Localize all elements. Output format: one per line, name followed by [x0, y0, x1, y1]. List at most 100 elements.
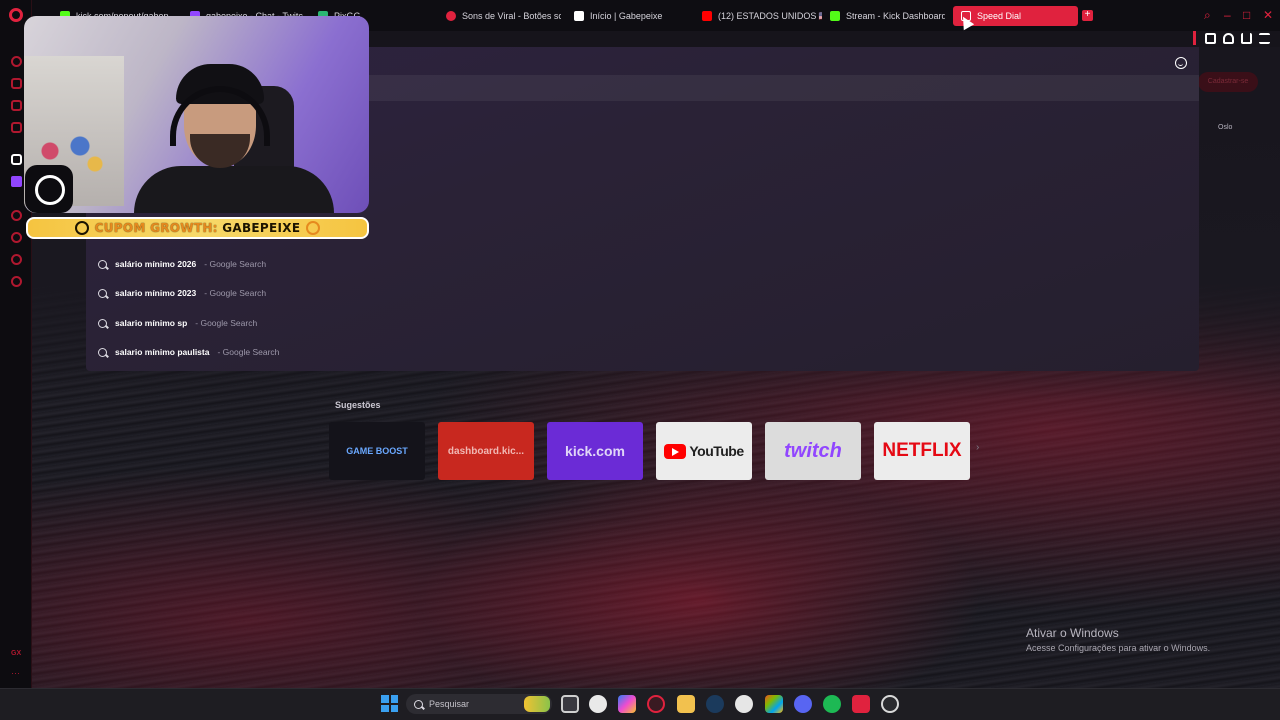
coupon-prefix: CUPOM GROWTH:: [94, 221, 218, 235]
more-icon[interactable]: ···: [11, 668, 20, 678]
tab-label: Speed Dial: [977, 11, 1022, 21]
tab-kick-dashboard[interactable]: Stream - Kick Dashboard: [830, 6, 945, 26]
minimize-icon[interactable]: –: [1224, 8, 1231, 22]
vpn-icon[interactable]: [1223, 33, 1234, 44]
coupon-text: CUPOM GROWTH: GABEPEIXE: [95, 221, 301, 235]
suggestion-source: - Google Search: [195, 318, 258, 328]
emoji-icon[interactable]: [1175, 57, 1187, 69]
suggestion-source: - Google Search: [204, 288, 267, 298]
speed-dial-netflix[interactable]: NETFLIX: [874, 422, 970, 480]
dial-label: YouTube: [689, 443, 744, 459]
dial-label: GAME BOOST: [346, 446, 408, 456]
rocket-icon: [74, 221, 89, 235]
twitch-icon[interactable]: [11, 176, 22, 187]
search-tabs-icon[interactable]: ⌕: [1204, 8, 1211, 23]
search-icon: [98, 318, 107, 328]
news-icon[interactable]: [11, 122, 22, 133]
obs-icon[interactable]: [881, 695, 899, 713]
player-icon[interactable]: [11, 210, 22, 221]
suggestion-item[interactable]: salario mínimo paulista - Google Search: [98, 344, 279, 360]
task-view-icon[interactable]: [561, 695, 579, 713]
search-highlight-icon: [524, 696, 550, 712]
tab-label: Stream - Kick Dashboard: [846, 11, 945, 21]
copilot-icon[interactable]: [618, 695, 636, 713]
speed-dial-kick-dashboard[interactable]: dashboard.kic...: [438, 422, 534, 480]
streamer-logo-icon: [25, 165, 73, 213]
suggestion-query: salario mínimo 2023: [115, 288, 197, 298]
kick-icon: [830, 11, 840, 21]
search-icon: [98, 259, 107, 269]
taskbar-search-placeholder: Pesquisar: [429, 699, 470, 709]
youtube-icon: [702, 11, 712, 21]
extensions-icon[interactable]: [1205, 33, 1216, 44]
next-suggestions-button[interactable]: ›: [976, 442, 979, 453]
activate-windows-subtitle: Acesse Configurações para ativar o Windo…: [1026, 643, 1211, 653]
signup-button[interactable]: Cadastrar-se: [1198, 72, 1258, 92]
taskbar: [0, 688, 1280, 720]
weather-city: Oslo: [1218, 124, 1233, 131]
suggestion-source: - Google Search: [204, 259, 267, 269]
search-icon: [98, 347, 107, 357]
suggestion-query: salario mínimo paulista: [115, 347, 210, 357]
suggestion-item[interactable]: salário mínimo 2026 - Google Search: [98, 256, 266, 272]
app-icon[interactable]: [589, 695, 607, 713]
suggestion-item[interactable]: salario mínimo 2023 - Google Search: [98, 285, 266, 301]
suggestion-source: - Google Search: [217, 347, 280, 357]
speed-dial-twitch[interactable]: twitch: [765, 422, 861, 480]
dial-label: twitch: [784, 439, 842, 462]
discord-icon[interactable]: [794, 695, 812, 713]
coupon-banner: CUPOM GROWTH: GABEPEIXE: [26, 217, 369, 239]
opera-logo-icon[interactable]: [9, 8, 23, 22]
tab-label: (12) ESTADOS UNIDOS 🇺🇸: [718, 10, 822, 21]
dial-label: NETFLIX: [882, 440, 962, 461]
file-explorer-icon[interactable]: [677, 695, 695, 713]
app-icon[interactable]: [735, 695, 753, 713]
suggestion-item[interactable]: salario mínimo sp - Google Search: [98, 315, 257, 331]
search-icon: [414, 699, 423, 709]
fish-icon: [574, 11, 584, 21]
start-tile: [390, 704, 398, 712]
maximize-icon[interactable]: □: [1243, 8, 1250, 22]
suggestion-query: salario mínimo sp: [115, 318, 188, 328]
settings-icon[interactable]: [11, 276, 22, 287]
webcam-overlay: [24, 16, 369, 213]
address-bar-accent: [1193, 31, 1196, 45]
home-icon[interactable]: [11, 78, 22, 89]
coupon-code: GABEPEIXE: [222, 221, 301, 235]
menu-icon[interactable]: [1259, 33, 1270, 44]
new-tab-button[interactable]: +: [1082, 10, 1093, 21]
search-icon: [98, 288, 107, 298]
start-tile: [381, 704, 389, 712]
start-tile: [390, 695, 398, 703]
opera-gx-icon[interactable]: [647, 695, 665, 713]
gx-icon[interactable]: GX: [11, 650, 21, 657]
close-icon[interactable]: ✕: [1263, 8, 1273, 22]
clock-icon[interactable]: [11, 232, 22, 243]
speed-dial-gameboost[interactable]: GAME BOOST: [329, 422, 425, 480]
spotify-icon[interactable]: [823, 695, 841, 713]
aria-icon[interactable]: [11, 154, 22, 165]
tab-inicio-gabepeixe[interactable]: Início | Gabepeixe: [574, 6, 689, 26]
webcam-shirt: [134, 166, 334, 213]
messenger-icon[interactable]: [11, 100, 22, 111]
sound-icon: [446, 11, 456, 21]
heart-icon[interactable]: [11, 254, 22, 265]
dial-label: dashboard.kic...: [447, 445, 525, 457]
tab-label: Início | Gabepeixe: [590, 11, 663, 21]
windows-start-icon[interactable]: [381, 695, 398, 712]
tab-sons-de-viral[interactable]: Sons de Viral - Botões so: [446, 6, 561, 26]
suggestion-query: salário mínimo 2026: [115, 259, 197, 269]
download-icon[interactable]: [1241, 33, 1252, 44]
speed-dial-kick[interactable]: kick.com: [547, 422, 643, 480]
steam-icon[interactable]: [706, 695, 724, 713]
capcut-icon[interactable]: [852, 695, 870, 713]
activate-windows-title: Ativar o Windows: [1026, 626, 1119, 640]
start-tile: [381, 695, 389, 703]
fish-icon: [306, 221, 321, 235]
tab-youtube[interactable]: (12) ESTADOS UNIDOS 🇺🇸: [702, 6, 822, 26]
youtube-play-icon: [664, 443, 687, 459]
tab-label: Sons de Viral - Botões so: [462, 11, 561, 21]
history-icon[interactable]: [11, 56, 22, 67]
speed-dial-youtube[interactable]: YouTube: [656, 422, 752, 480]
xbox-icon[interactable]: [765, 695, 783, 713]
